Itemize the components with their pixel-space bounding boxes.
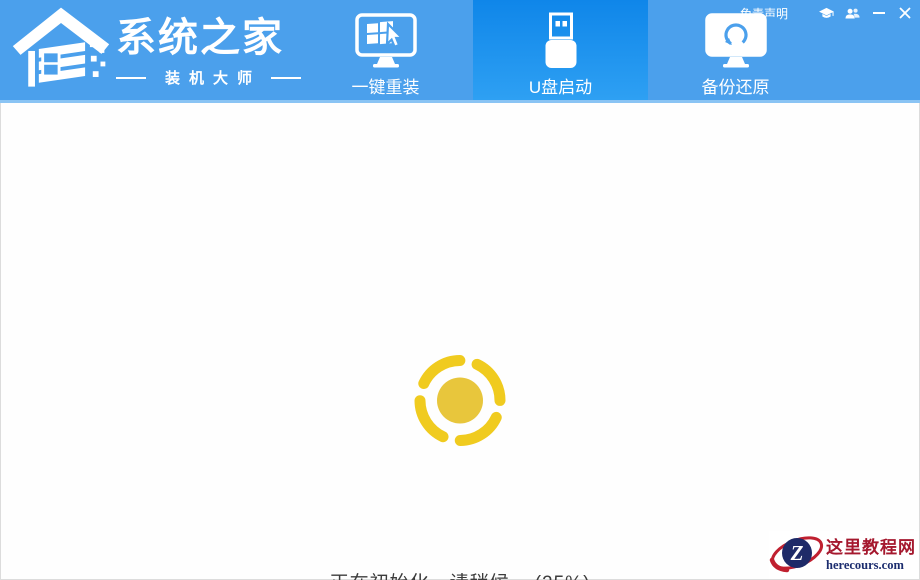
header: 系统之家 装机大师: [0, 0, 920, 100]
subtitle-dash-right: [271, 77, 301, 79]
subtitle-dash-left: [116, 77, 146, 79]
minimize-button[interactable]: [871, 6, 886, 21]
tab-usb-boot[interactable]: U盘启动: [473, 0, 648, 100]
minimize-icon: [873, 12, 885, 14]
usb-drive-icon: [539, 12, 583, 70]
tab-one-click-reinstall[interactable]: 一键重装: [298, 0, 473, 100]
watermark-badge: Z 这里教程网 herecours.com: [769, 531, 919, 579]
watermark-text: 这里教程网 herecours.com: [826, 538, 916, 572]
close-icon: [899, 7, 911, 19]
watermark-logo: Z: [769, 529, 825, 580]
tab-label: 一键重装: [352, 73, 420, 98]
watermark-letter: Z: [790, 541, 804, 565]
disclaimer-link[interactable]: 免责声明: [740, 5, 788, 22]
app-subtitle: 装机大师: [156, 67, 261, 88]
house-logo-icon: [8, 2, 114, 103]
app-title: 系统之家: [116, 18, 301, 58]
tab-label: 备份还原: [702, 73, 770, 98]
loading-spinner: [408, 349, 512, 458]
main-content: 正在初始化，请稍候... (25%) Z 这里教程网 herecours.com: [0, 103, 920, 580]
logo-text: 系统之家 装机大师: [116, 2, 301, 88]
graduation-cap-icon[interactable]: [819, 6, 834, 21]
watermark-domain: herecours.com: [826, 558, 916, 572]
titlebar-controls: 免责声明: [740, 4, 912, 22]
tab-label: U盘启动: [529, 73, 592, 98]
users-icon[interactable]: [845, 6, 860, 21]
watermark-title: 这里教程网: [826, 538, 916, 558]
app-window: 系统之家 装机大师: [0, 0, 920, 580]
app-logo: 系统之家 装机大师: [8, 2, 301, 103]
monitor-windows-icon: [354, 12, 418, 70]
close-button[interactable]: [897, 6, 912, 21]
